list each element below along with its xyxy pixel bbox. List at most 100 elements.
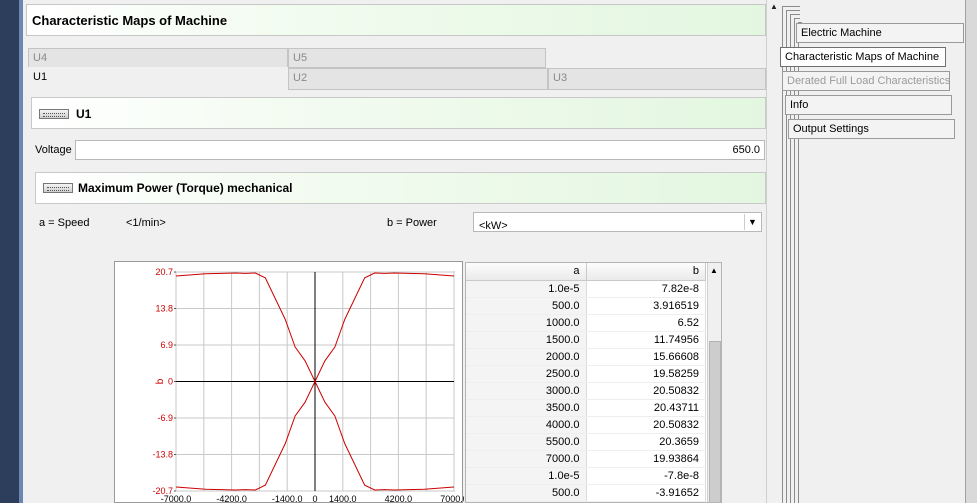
x-tick-label: -7000.0: [161, 494, 192, 503]
app-window: Characteristic Maps of Machine U4 U5 U1 …: [0, 0, 977, 503]
section-u1-header[interactable]: U1: [31, 97, 766, 129]
table-row[interactable]: 3500.0 20.43711: [466, 399, 706, 417]
table-row[interactable]: 3000.0 20.50832: [466, 382, 706, 400]
cell-a[interactable]: 3000.0: [466, 382, 587, 400]
table-header-row: a b: [466, 263, 706, 281]
cell-b[interactable]: -7.8e-8: [586, 467, 706, 485]
scrollbar-thumb[interactable]: [709, 341, 721, 502]
y-tick-label: 6.9: [160, 340, 173, 350]
column-header-b[interactable]: b: [586, 263, 706, 281]
voltage-label: Voltage: [35, 144, 72, 156]
table-row[interactable]: 1000.0 6.52: [466, 314, 706, 332]
cell-b[interactable]: 20.43711: [586, 399, 706, 417]
tab-label: U1: [33, 71, 48, 83]
table-row[interactable]: 1.0e-5 -7.8e-8: [466, 467, 706, 485]
voltage-row: Voltage 650.0: [31, 139, 765, 161]
x-tick-label: 7000.0: [440, 494, 464, 503]
main-scrollbar[interactable]: ▲: [766, 0, 782, 503]
page-title-bar: Characteristic Maps of Machine: [26, 4, 766, 36]
tab-label: U2: [293, 72, 308, 84]
y-tick-label: -6.9: [157, 413, 173, 423]
cell-a[interactable]: 500.0: [466, 297, 587, 315]
cell-b[interactable]: 6.52: [586, 314, 706, 332]
cell-a[interactable]: 5500.0: [466, 433, 587, 451]
tab-label: Characteristic Maps of Machine: [785, 51, 940, 63]
x-tick-label: -4200.0: [216, 494, 247, 503]
main-panel: Characteristic Maps of Machine U4 U5 U1 …: [23, 0, 766, 503]
y-tick-label: 13.8: [155, 304, 173, 314]
cell-a[interactable]: 2000.0: [466, 348, 587, 366]
cell-b[interactable]: 7.82e-8: [586, 280, 706, 298]
cell-a[interactable]: 1500.0: [466, 331, 587, 349]
section-max-power-header[interactable]: Maximum Power (Torque) mechanical: [35, 172, 766, 204]
column-header-a[interactable]: a: [466, 263, 587, 281]
cell-a[interactable]: 7000.0: [466, 450, 587, 468]
tab-output-settings[interactable]: Output Settings: [788, 119, 955, 139]
y-tick-label: 0: [168, 377, 173, 387]
section-u1-title: U1: [76, 107, 92, 121]
page-title: Characteristic Maps of Machine: [32, 13, 228, 28]
cell-b[interactable]: 19.93864: [586, 450, 706, 468]
tab-electric-machine[interactable]: Electric Machine: [796, 23, 964, 43]
tab-u5[interactable]: U5: [288, 48, 546, 68]
cell-b[interactable]: 20.50832: [586, 416, 706, 434]
voltage-field[interactable]: 650.0: [75, 140, 765, 160]
tab-label: U4: [33, 52, 48, 64]
tab-label: Electric Machine: [801, 27, 882, 39]
tab-u3[interactable]: U3: [548, 68, 766, 90]
b-axis-label: b = Power: [387, 217, 437, 229]
cell-b[interactable]: 20.3659: [586, 433, 706, 451]
x-tick-label: 4200.0: [385, 494, 413, 503]
table-row[interactable]: 1.0e-5 7.82e-8: [466, 280, 706, 298]
cell-b[interactable]: 11.74956: [586, 331, 706, 349]
axis-definition-row: a = Speed <1/min> b = Power <kW> ▼: [31, 210, 765, 236]
scroll-up-icon[interactable]: ▲: [769, 3, 779, 11]
tab-label: Derated Full Load Characteristics: [787, 75, 951, 87]
cell-a[interactable]: 500.0: [466, 484, 587, 502]
chart-svg: 20.713.86.90-6.9-13.8-20.7-7000.0 -4200.0…: [152, 267, 467, 503]
y-tick-label: -13.8: [152, 450, 173, 460]
x-tick-label: -1400.0: [272, 494, 303, 503]
tab-characteristic-maps[interactable]: Characteristic Maps of Machine: [780, 47, 946, 67]
cell-a[interactable]: 1.0e-5: [466, 467, 587, 485]
y-tick-label: 20.7: [155, 267, 173, 277]
table-row[interactable]: 1500.0 11.74956: [466, 331, 706, 349]
table-row[interactable]: 500.0 3.916519: [466, 297, 706, 315]
cell-b[interactable]: 15.66608: [586, 348, 706, 366]
collapse-icon[interactable]: [39, 109, 69, 119]
characteristic-chart: 20.7 13.8 6.9 0 -6.9 -13.8 -20.7 -7000.0 -4200.0…: [114, 261, 468, 503]
table-row[interactable]: 5500.0 20.3659: [466, 433, 706, 451]
table-row[interactable]: 2000.0 15.66608: [466, 348, 706, 366]
cell-a[interactable]: 1.0e-5: [466, 280, 587, 298]
tab-derated-full-load[interactable]: Derated Full Load Characteristics: [782, 71, 950, 91]
tab-label: U3: [553, 72, 568, 84]
chevron-down-icon[interactable]: ▼: [744, 214, 760, 230]
cell-b[interactable]: -3.91652: [586, 484, 706, 502]
a-axis-unit: <1/min>: [126, 217, 166, 229]
right-navigation-panel: Electric Machine Characteristic Maps of …: [780, 0, 977, 503]
right-border: [965, 0, 977, 503]
cell-a[interactable]: 2500.0: [466, 365, 587, 383]
table-row[interactable]: 500.0 -3.91652: [466, 484, 706, 502]
b-unit-select[interactable]: <kW> ▼: [473, 212, 762, 232]
cell-b[interactable]: 20.50832: [586, 382, 706, 400]
tab-u2[interactable]: U2: [288, 68, 548, 90]
cell-b[interactable]: 3.916519: [586, 297, 706, 315]
collapse-icon[interactable]: [43, 183, 73, 193]
tab-info[interactable]: Info: [785, 95, 952, 115]
x-tick-label: 1400.0: [329, 494, 357, 503]
scroll-up-icon[interactable]: ▲: [710, 266, 718, 275]
tab-label: Output Settings: [793, 123, 869, 135]
y-axis-label: b: [155, 378, 166, 384]
cell-a[interactable]: 4000.0: [466, 416, 587, 434]
tab-u1[interactable]: U1: [28, 67, 288, 89]
cell-a[interactable]: 1000.0: [466, 314, 587, 332]
table-row[interactable]: 2500.0 19.58259: [466, 365, 706, 383]
table-row[interactable]: 7000.0 19.93864: [466, 450, 706, 468]
data-table-container: a b 1.0e-5 7.82e-8 500.0 3.916519 1000.0 6.52…: [465, 262, 722, 503]
table-row[interactable]: 4000.0 20.50832: [466, 416, 706, 434]
tab-u4[interactable]: U4: [28, 48, 288, 68]
table-scrollbar[interactable]: ▲: [707, 263, 721, 502]
cell-b[interactable]: 19.58259: [586, 365, 706, 383]
cell-a[interactable]: 3500.0: [466, 399, 587, 417]
